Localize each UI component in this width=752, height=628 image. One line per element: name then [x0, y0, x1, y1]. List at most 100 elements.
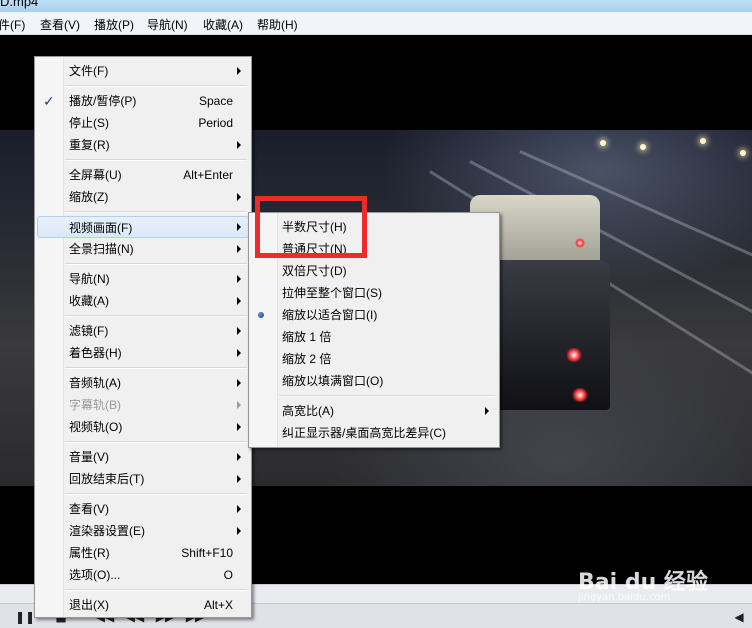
menu-navigate[interactable]: 导航(N)	[147, 16, 188, 33]
menu-item-audio-track[interactable]: 音频轨(A)	[37, 372, 249, 394]
menu-item-zoom[interactable]: 缩放(Z)	[37, 186, 249, 208]
checkmark-icon: ✓	[43, 93, 55, 109]
menu-item-fullscreen[interactable]: 全屏幕(U) Alt+Enter	[37, 164, 249, 186]
submenu-item-stretch-window[interactable]: 拉伸至整个窗口(S)	[251, 282, 497, 304]
window-title: D.mp4	[0, 0, 39, 9]
menu-item-options[interactable]: 选项(O)... O	[37, 564, 249, 586]
submenu-arrow-icon	[237, 327, 241, 335]
volume-icon[interactable]: ◀	[728, 608, 750, 626]
menu-view[interactable]: 查看(V)	[40, 16, 80, 33]
menu-item-shaders[interactable]: 着色器(H)	[37, 342, 249, 364]
menu-separator	[65, 211, 247, 213]
menu-item-label: 停止(S)	[69, 116, 109, 130]
menu-item-label: 高宽比(A)	[282, 404, 334, 418]
pause-button[interactable]: ❚❚	[14, 608, 36, 626]
menu-item-filters[interactable]: 滤镜(F)	[37, 320, 249, 342]
menu-separator	[65, 441, 247, 443]
menu-item-shortcut: Period	[198, 116, 233, 130]
menu-item-label: 全屏幕(U)	[69, 168, 122, 182]
menu-item-label: 收藏(A)	[69, 294, 109, 308]
submenu-item-zoom-1x[interactable]: 缩放 1 倍	[251, 326, 497, 348]
menu-separator	[65, 159, 247, 161]
highlight-annotation-box	[255, 196, 367, 258]
submenu-arrow-icon	[237, 401, 241, 409]
menu-item-renderer-settings[interactable]: 渲染器设置(E)	[37, 520, 249, 542]
menu-item-shortcut: Space	[198, 94, 233, 108]
menu-separator	[65, 315, 247, 317]
menu-item-file[interactable]: 文件(F)	[37, 60, 249, 82]
menu-item-label: 滤镜(F)	[69, 324, 109, 338]
menu-item-label: 缩放以填满窗口(O)	[282, 374, 384, 388]
menu-item-navigate[interactable]: 导航(N)	[37, 268, 249, 290]
baidu-watermark-url: jingyan.baidu.com	[578, 592, 671, 603]
menu-separator	[65, 589, 247, 591]
menu-item-after-playback[interactable]: 回放结束后(T)	[37, 468, 249, 490]
submenu-arrow-icon	[237, 245, 241, 253]
submenu-arrow-icon	[237, 275, 241, 283]
menu-item-label: 退出(X)	[69, 598, 109, 612]
menu-separator	[65, 493, 247, 495]
title-bar: D.mp4	[0, 0, 752, 12]
menu-item-label: 视频画面(F)	[69, 221, 133, 235]
menu-favorites[interactable]: 收藏(A)	[203, 16, 243, 33]
menu-separator	[65, 85, 247, 87]
context-menu: 文件(F) ✓ 播放/暂停(P) Space 停止(S) Period 重复(R…	[34, 56, 252, 618]
menu-item-label: 缩放(Z)	[69, 190, 109, 204]
menu-item-properties[interactable]: 属性(R) Shift+F10	[37, 542, 249, 564]
menu-item-stop[interactable]: 停止(S) Period	[37, 112, 249, 134]
street-light	[700, 138, 706, 144]
submenu-item-fill-window[interactable]: 缩放以填满窗口(O)	[251, 370, 497, 392]
submenu-item-zoom-2x[interactable]: 缩放 2 倍	[251, 348, 497, 370]
submenu-arrow-icon	[237, 527, 241, 535]
menu-item-label: 音量(V)	[69, 450, 109, 464]
menu-item-shortcut: Alt+Enter	[183, 168, 233, 182]
menu-item-repeat[interactable]: 重复(R)	[37, 134, 249, 156]
menu-item-label: 纠正显示器/桌面高宽比差异(C)	[282, 426, 446, 440]
menu-item-volume[interactable]: 音量(V)	[37, 446, 249, 468]
menu-item-label: 全景扫描(N)	[69, 242, 134, 256]
submenu-arrow-icon	[237, 505, 241, 513]
menu-item-label: 回放结束后(T)	[69, 472, 145, 486]
menu-file[interactable]: 件(F)	[0, 16, 25, 33]
menu-item-pan-scan[interactable]: 全景扫描(N)	[37, 238, 249, 260]
menu-item-label: 文件(F)	[69, 64, 109, 78]
menu-item-shortcut: O	[223, 568, 233, 582]
submenu-arrow-icon	[237, 223, 241, 231]
menu-item-label: 渲染器设置(E)	[69, 524, 145, 538]
submenu-arrow-icon	[237, 349, 241, 357]
submenu-arrow-icon	[485, 407, 489, 415]
submenu-arrow-icon	[237, 475, 241, 483]
menu-item-favorites[interactable]: 收藏(A)	[37, 290, 249, 312]
menu-item-exit[interactable]: 退出(X) Alt+X	[37, 594, 249, 616]
menu-item-shortcut: Shift+F10	[181, 546, 233, 560]
tail-light	[572, 388, 588, 402]
menu-item-label: 字幕轨(B)	[69, 398, 121, 412]
submenu-arrow-icon	[237, 297, 241, 305]
radio-bullet-icon	[258, 312, 264, 318]
submenu-item-fit-window[interactable]: 缩放以适合窗口(I)	[251, 304, 497, 326]
menu-separator	[279, 395, 495, 397]
menu-item-label: 缩放 2 倍	[282, 352, 332, 366]
menu-item-video-frame[interactable]: 视频画面(F)	[37, 216, 249, 238]
submenu-arrow-icon	[237, 423, 241, 431]
submenu-item-correct-aspect[interactable]: 纠正显示器/桌面高宽比差异(C)	[251, 422, 497, 444]
street-light	[640, 144, 646, 150]
submenu-item-aspect-ratio[interactable]: 高宽比(A)	[251, 400, 497, 422]
menu-item-label: 导航(N)	[69, 272, 110, 286]
street-light	[740, 150, 746, 156]
menu-item-play-pause[interactable]: ✓ 播放/暂停(P) Space	[37, 90, 249, 112]
menu-item-label: 属性(R)	[69, 546, 110, 560]
menu-item-subtitle-track: 字幕轨(B)	[37, 394, 249, 416]
menu-separator	[65, 367, 247, 369]
tail-light	[575, 238, 585, 248]
menu-item-video-track[interactable]: 视频轨(O)	[37, 416, 249, 438]
submenu-item-double-size[interactable]: 双倍尺寸(D)	[251, 260, 497, 282]
menu-item-view[interactable]: 查看(V)	[37, 498, 249, 520]
menu-help[interactable]: 帮助(H)	[257, 16, 298, 33]
tail-light	[566, 348, 582, 362]
menu-play[interactable]: 播放(P)	[94, 16, 134, 33]
player-window: D.mp4 件(F) 查看(V) 播放(P) 导航(N) 收藏(A) 帮助(H)…	[0, 0, 752, 628]
menu-item-label: 拉伸至整个窗口(S)	[282, 286, 382, 300]
menu-separator	[65, 263, 247, 265]
street-light	[600, 140, 606, 146]
